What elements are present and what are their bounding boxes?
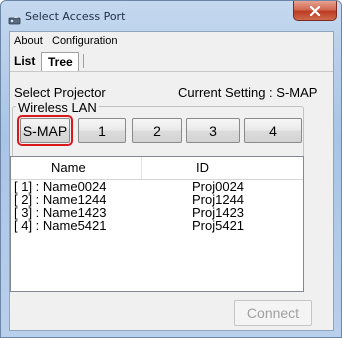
list-header: Name ID xyxy=(11,157,303,180)
port-button-1[interactable]: 1 xyxy=(78,118,126,143)
column-header-id[interactable]: ID xyxy=(196,160,209,175)
view-tabs: List Tree xyxy=(10,50,333,72)
menu-bar: About Configuration xyxy=(10,32,333,50)
close-x-icon xyxy=(309,5,321,16)
port-button-3[interactable]: 3 xyxy=(186,118,240,143)
row-id: Proj5421 xyxy=(192,218,245,233)
projector-icon xyxy=(8,10,21,25)
tab-list[interactable]: List xyxy=(10,52,40,71)
projector-list[interactable]: Name ID [ 1] : Name0024 Proj0024 [ 2] : … xyxy=(10,156,304,292)
menu-about[interactable]: About xyxy=(14,35,43,47)
window-title: Select Access Port xyxy=(25,10,126,23)
column-header-name[interactable]: Name xyxy=(51,160,86,175)
connect-button[interactable]: Connect xyxy=(234,300,312,326)
close-button[interactable] xyxy=(293,1,337,21)
port-button-2[interactable]: 2 xyxy=(132,118,182,143)
title-bar[interactable]: Select Access Port xyxy=(1,1,341,31)
menu-configuration[interactable]: Configuration xyxy=(52,35,117,47)
column-separator[interactable] xyxy=(141,157,142,179)
tab-underline xyxy=(10,71,333,72)
row-name: [ 4] : Name5421 xyxy=(14,218,107,233)
tab-tree[interactable]: Tree xyxy=(41,52,79,71)
wireless-lan-legend: Wireless LAN xyxy=(16,100,99,115)
list-row[interactable]: [ 4] : Name5421 Proj5421 xyxy=(12,218,302,233)
select-access-port-window: Select Access Port About Configuration L… xyxy=(0,0,342,338)
select-projector-label: Select Projector xyxy=(14,85,106,100)
port-button-4[interactable]: 4 xyxy=(244,118,302,143)
tab-divider xyxy=(83,54,84,68)
port-button-s-map[interactable]: S-MAP xyxy=(17,115,73,146)
current-setting-label: Current Setting : S-MAP xyxy=(178,85,318,100)
client-area: About Configuration List Tree Select Pro… xyxy=(9,31,334,331)
